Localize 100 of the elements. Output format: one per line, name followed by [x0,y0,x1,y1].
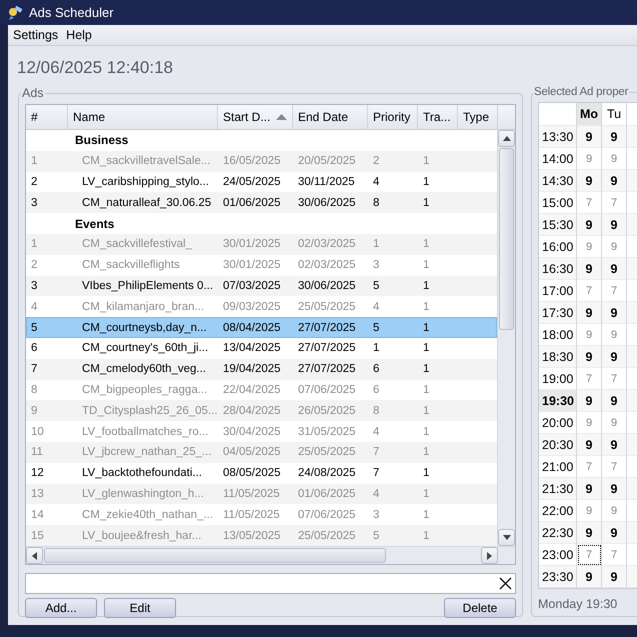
grid-cell[interactable]: 9 [602,258,627,280]
scroll-thumb[interactable] [499,148,514,330]
satellite-icon [8,4,24,20]
table-cell: 1 [423,404,430,417]
table-cell: 15 [31,530,44,542]
group-label: Events [74,216,114,231]
table-row[interactable]: 3 CM_naturalleaf_30.06.25 01/06/2025 30/06/2025 8 1 [26,192,498,214]
column-header[interactable]: Start D... [218,105,293,129]
grid-cell[interactable]: 9 [577,126,602,148]
column-header[interactable]: Tra... [418,105,458,129]
table-cell: 1 [31,155,38,168]
grid-cell[interactable]: 9 [602,390,627,412]
menu-item[interactable]: Help [63,28,95,42]
table-cell: 1 [423,363,430,376]
table-cell: 1 [423,259,430,272]
time-header[interactable]: 18:30 [539,346,577,368]
table-cell: CM_zekie40th_nathan_... [82,508,214,521]
table-cell: 1 [423,508,430,521]
table-cell: 07/03/2025 [223,280,281,292]
time-header[interactable]: 20:30 [539,434,577,456]
close-icon[interactable] [499,577,512,590]
time-header[interactable]: 23:30 [539,566,577,588]
grid-cell[interactable]: 9 [577,522,602,544]
table-cell: 02/03/2025 [298,259,356,272]
time-header[interactable]: 16:30 [539,258,577,280]
time-header[interactable]: 19:30 [539,390,577,412]
column-header[interactable]: End Date [293,105,368,129]
time-header[interactable]: 22:30 [539,522,577,544]
table-cell: 19/04/2025 [223,363,281,376]
table-cell: 1 [423,300,430,313]
scroll-thumb[interactable] [44,548,386,563]
horizontal-scrollbar[interactable] [26,546,515,564]
grid-cell[interactable]: 9 [577,170,602,192]
action-button[interactable]: Add... [25,598,97,618]
column-header[interactable]: # [26,105,68,129]
column-header[interactable]: Type [458,105,498,129]
grid-cell[interactable]: 9 [602,170,627,192]
table-cell: 11 [31,446,43,458]
table-cell: 27/07/2025 [298,322,356,334]
grid-cell[interactable]: 9 [577,478,602,500]
table-cell: 11/05/2025 [223,488,280,500]
time-header[interactable]: 21:30 [539,478,577,500]
scroll-down-icon[interactable] [498,529,515,546]
scroll-right-icon[interactable] [481,547,498,564]
scroll-left-icon[interactable] [26,547,43,564]
table-cell: 1 [423,280,430,292]
table-cell: 10 [31,426,44,438]
vertical-scrollbar[interactable] [497,130,515,546]
time-header[interactable]: 14:30 [539,170,577,192]
table-cell: 20/05/2025 [298,155,356,168]
table-cell: 2 [31,176,38,188]
grid-cell[interactable]: 9 [602,346,627,368]
table-cell: 1 [423,488,430,500]
table-cell: 8 [31,384,38,396]
table-cell: 5 [31,322,38,334]
table-row[interactable]: 3 VIbes_PhilipElements 0... 07/03/2025 30/06/2025 5 1 [26,276,498,296]
table-cell: 07/06/2025 [298,384,356,396]
table-row[interactable]: 2 LV_caribshipping_stylo... 24/05/2025 30/11/2025 4 1 [26,172,498,192]
table-cell: 7 [31,363,38,376]
table-cell: 4 [373,176,380,188]
grid-cell[interactable]: 9 [602,214,627,236]
window-title: Ads Scheduler [29,5,114,20]
table-row[interactable]: 7 CM_cmelody60th_veg... 19/04/2025 27/07/2025 6 1 [26,358,498,380]
grid-cell[interactable]: 9 [577,214,602,236]
grid-cell[interactable]: 9 [577,346,602,368]
search-field[interactable] [25,573,516,594]
grid-cell[interactable]: 9 [577,390,602,412]
table-cell: 8 [373,404,380,417]
grid-cell[interactable]: 9 [602,126,627,148]
table-cell: 24/05/2025 [223,176,281,188]
action-button[interactable]: Delete [444,598,516,618]
action-button[interactable]: Edit [104,598,176,618]
day-header[interactable]: Mo [577,103,602,126]
scroll-up-icon[interactable] [498,130,515,147]
table-cell: 11/05/2025 [223,508,280,521]
table-cell: CM_cmelody60th_veg... [82,363,206,376]
grid-cell[interactable]: 9 [577,566,602,588]
table-row[interactable]: 5 CM_courtneysb,day_n... 08/04/2025 27/07/2025 5 1 [26,317,498,338]
grid-cell[interactable]: 9 [602,302,627,324]
table-cell: 5 [373,322,380,334]
table-cell: 30/06/2025 [298,196,356,209]
table-cell: 2 [31,259,38,272]
grid-cell[interactable]: 9 [577,434,602,456]
table-cell: 5 [373,280,380,292]
menu-item[interactable]: Settings [10,28,62,42]
grid-cell[interactable]: 9 [577,258,602,280]
time-header[interactable]: 17:30 [539,302,577,324]
grid-cell[interactable]: 9 [602,434,627,456]
time-header[interactable]: 13:30 [539,126,577,148]
time-header[interactable]: 15:30 [539,214,577,236]
table-cell: 22/04/2025 [223,384,281,396]
grid-cell[interactable]: 9 [602,522,627,544]
grid-cell[interactable]: 9 [602,566,627,588]
grid-cell[interactable]: 9 [602,478,627,500]
grid-cell[interactable]: 9 [577,302,602,324]
table-cell: 6 [31,342,38,354]
table-cell: CM_courtneysb,day_n... [82,322,207,334]
table-cell: 2 [373,155,380,168]
table-cell: 16/05/2025 [223,155,281,168]
column-header[interactable]: Priority [368,105,418,129]
